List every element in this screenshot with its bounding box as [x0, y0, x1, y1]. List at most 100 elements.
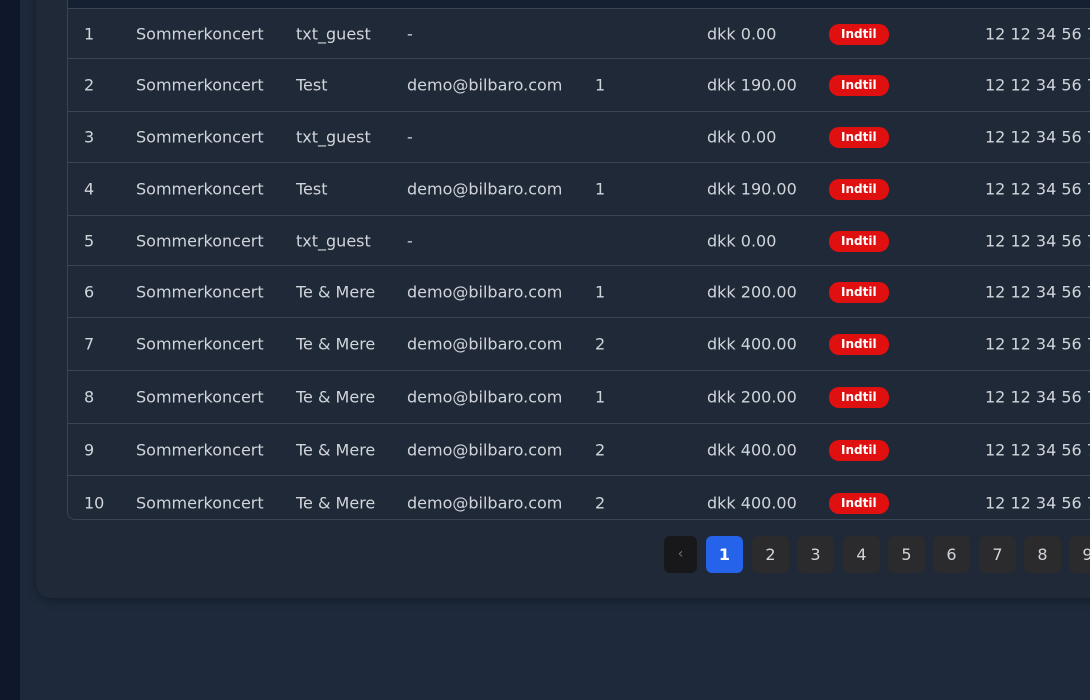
price-cell: dkk 400.00 [707, 493, 797, 512]
table-row[interactable]: 6 Sommerkoncert Te & Mere demo@bilbaro.com 1… [68, 266, 1090, 318]
quantity-cell: 1 [595, 282, 606, 301]
row-number: 6 [84, 282, 95, 301]
status-badge: Indtil [829, 23, 889, 45]
phone-cell: 12 12 34 56 78 [985, 75, 1090, 95]
table-row[interactable]: 3 Sommerkoncert txt_guest - dkk 0.00 Indtil 12… [68, 112, 1090, 163]
price-cell: dkk 0.00 [707, 231, 777, 250]
row-number: 5 [84, 231, 95, 250]
phone-cell: 12 12 34 56 78 [985, 231, 1090, 250]
chevron-left-icon: ‹ [677, 546, 684, 562]
price-cell: dkk 190.00 [707, 75, 797, 95]
pagination-prev-button[interactable]: ‹ [664, 536, 697, 573]
table-row[interactable]: 2 Sommerkoncert Test demo@bilbaro.com 1 dkk 1… [68, 59, 1090, 112]
guest-name-cell: Test [296, 75, 328, 95]
event-cell: Sommerkoncert [136, 179, 264, 199]
row-number: 2 [84, 75, 95, 95]
status-badge: Indtil [829, 126, 889, 148]
quantity-cell: 2 [595, 493, 606, 512]
status-badge-label: Indtil [829, 492, 889, 514]
status-badge: Indtil [829, 230, 889, 252]
table-row[interactable]: 7 Sommerkoncert Te & Mere demo@bilbaro.com 2… [68, 318, 1090, 371]
phone-cell: 12 12 34 56 78 [985, 334, 1090, 354]
event-cell: Sommerkoncert [136, 387, 264, 407]
guest-name-cell: Te & Mere [296, 334, 376, 354]
status-badge: Indtil [829, 333, 889, 355]
row-number: 1 [84, 24, 95, 43]
guest-name-cell: txt_guest [296, 127, 371, 147]
quantity-cell: 1 [595, 387, 606, 407]
event-cell: Sommerkoncert [136, 231, 264, 250]
phone-cell: 12 12 34 56 78 [985, 127, 1090, 147]
pagination-page-9[interactable]: 9 [1069, 536, 1090, 573]
phone-cell: 12 12 34 56 78 [985, 387, 1090, 407]
pagination-page-3[interactable]: 3 [797, 536, 834, 573]
guest-name-cell: Te & Mere [296, 387, 376, 407]
price-cell: dkk 400.00 [707, 440, 797, 459]
phone-cell: 12 12 34 56 78 [985, 440, 1090, 459]
table-body: 1 Sommerkoncert txt_guest - dkk 0.00 Indtil 12… [68, 9, 1090, 519]
quantity-cell: 2 [595, 440, 606, 459]
table-row[interactable]: 9 Sommerkoncert Te & Mere demo@bilbaro.com 2… [68, 424, 1090, 476]
event-cell: Sommerkoncert [136, 75, 264, 95]
table-row[interactable]: 1 Sommerkoncert txt_guest - dkk 0.00 Indtil 12… [68, 9, 1090, 59]
table-row[interactable]: 5 Sommerkoncert txt_guest - dkk 0.00 Indtil 12… [68, 216, 1090, 266]
row-number: 3 [84, 127, 95, 147]
row-number: 9 [84, 440, 95, 459]
pagination-page-5[interactable]: 5 [888, 536, 925, 573]
status-badge-label: Indtil [829, 439, 889, 461]
event-cell: Sommerkoncert [136, 334, 264, 354]
sidebar-edge [0, 0, 20, 700]
pagination-page-6[interactable]: 6 [933, 536, 970, 573]
phone-cell: 12 12 34 56 78 [985, 493, 1090, 512]
status-badge: Indtil [829, 281, 889, 303]
email-cell: demo@bilbaro.com [407, 179, 563, 199]
email-cell: - [407, 24, 413, 43]
status-badge: Indtil [829, 439, 889, 461]
pagination-page-1[interactable]: 1 [706, 536, 743, 573]
row-number: 10 [84, 493, 105, 512]
guest-name-cell: Te & Mere [296, 282, 376, 301]
phone-cell: 12 12 34 56 78 [985, 24, 1090, 43]
table-row[interactable]: 10 Sommerkoncert Te & Mere demo@bilbaro.com… [68, 476, 1090, 519]
pagination-page-4[interactable]: 4 [843, 536, 880, 573]
email-cell: demo@bilbaro.com [407, 493, 563, 512]
event-cell: Sommerkoncert [136, 24, 264, 43]
pagination-page-8[interactable]: 8 [1024, 536, 1061, 573]
email-cell: - [407, 231, 413, 250]
pagination-page-2[interactable]: 2 [752, 536, 789, 573]
status-badge-label: Indtil [829, 127, 889, 148]
status-badge-label: Indtil [829, 23, 889, 45]
quantity-cell: 1 [595, 75, 606, 95]
status-badge: Indtil [829, 386, 889, 408]
guest-name-cell: txt_guest [296, 231, 371, 250]
email-cell: demo@bilbaro.com [407, 334, 563, 354]
status-badge-label: Indtil [829, 387, 889, 408]
table-row[interactable]: 4 Sommerkoncert Test demo@bilbaro.com 1 dkk 1… [68, 163, 1090, 216]
status-badge: Indtil [829, 178, 889, 200]
guest-name-cell: txt_guest [296, 24, 371, 43]
event-cell: Sommerkoncert [136, 282, 264, 301]
guest-name-cell: Te & Mere [296, 493, 376, 512]
table-header [68, 0, 1090, 9]
phone-cell: 12 12 34 56 78 [985, 179, 1090, 199]
status-badge-label: Indtil [829, 179, 889, 200]
status-badge-label: Indtil [829, 230, 889, 252]
status-badge: Indtil [829, 74, 889, 96]
price-cell: dkk 190.00 [707, 179, 797, 199]
email-cell: demo@bilbaro.com [407, 282, 563, 301]
phone-cell: 12 12 34 56 78 [985, 282, 1090, 301]
event-cell: Sommerkoncert [136, 493, 264, 512]
table-row[interactable]: 8 Sommerkoncert Te & Mere demo@bilbaro.com 1… [68, 371, 1090, 424]
status-badge-label: Indtil [829, 281, 889, 303]
quantity-cell: 2 [595, 334, 606, 354]
email-cell: - [407, 127, 413, 147]
pagination-page-7[interactable]: 7 [979, 536, 1016, 573]
email-cell: demo@bilbaro.com [407, 75, 563, 95]
status-badge-label: Indtil [829, 334, 889, 355]
row-number: 4 [84, 179, 95, 199]
price-cell: dkk 400.00 [707, 334, 797, 354]
orders-table: 1 Sommerkoncert txt_guest - dkk 0.00 Indtil 12… [67, 0, 1090, 520]
status-badge-label: Indtil [829, 75, 889, 96]
guest-name-cell: Test [296, 179, 328, 199]
price-cell: dkk 200.00 [707, 282, 797, 301]
